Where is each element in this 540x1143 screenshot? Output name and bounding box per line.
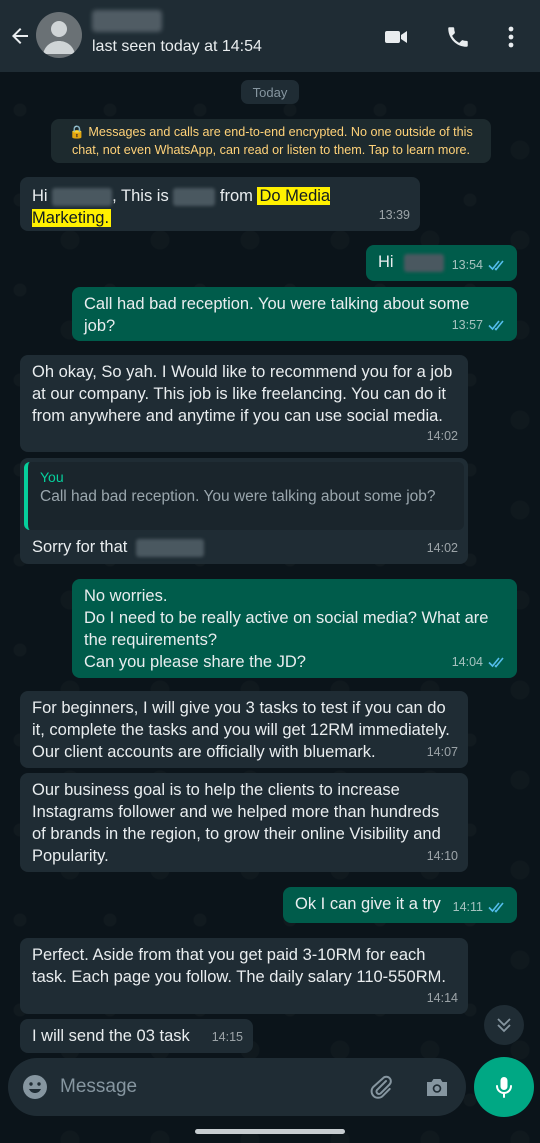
outgoing-message[interactable]: No worries. Do I need to be really activ… — [72, 579, 517, 678]
time-text: 13:57 — [451, 318, 483, 332]
message-text: Hi — [378, 253, 394, 271]
time-text: 14:07 — [426, 745, 458, 759]
message-composer — [8, 1058, 466, 1116]
message-line: Do I need to be really active on social … — [84, 609, 489, 649]
outgoing-message[interactable]: Call had bad reception. You were talking… — [72, 287, 517, 341]
quoted-message[interactable]: You Call had bad reception. You were tal… — [24, 462, 464, 530]
incoming-message[interactable]: Perfect. Aside from that you get paid 3-… — [20, 938, 468, 1014]
more-options-icon[interactable] — [500, 24, 522, 50]
message-input[interactable] — [60, 1072, 350, 1102]
message-text: Our business goal is to help the clients… — [32, 781, 441, 865]
message-line: No worries. — [84, 587, 168, 605]
date-chip: Today — [241, 80, 299, 104]
outgoing-message[interactable]: Ok I can give it a try 14:11 — [283, 887, 517, 923]
message-time: 13:54 — [452, 254, 507, 276]
message-text: Perfect. Aside from that you get paid 3-… — [32, 946, 446, 986]
encryption-notice-line2: chat, not even WhatsApp, can read or lis… — [71, 142, 471, 157]
incoming-message[interactable]: Oh okay, So yah. I Would like to recomme… — [20, 355, 468, 452]
avatar[interactable] — [36, 12, 82, 58]
message-time: 14:07 — [427, 741, 458, 763]
message-text: Ok I can give it a try — [295, 895, 441, 913]
read-ticks-icon — [488, 657, 504, 668]
message-text-part: , This is — [112, 187, 174, 205]
outgoing-message[interactable]: Hi 13:54 — [366, 245, 517, 281]
message-time: 14:02 — [427, 425, 458, 447]
redacted-name — [52, 187, 113, 206]
redacted-name — [404, 253, 445, 272]
quote-author: You — [40, 469, 64, 485]
message-time: 14:14 — [427, 987, 458, 1009]
message-text: I will send the 03 task — [32, 1027, 190, 1045]
time-text: 14:14 — [426, 991, 458, 1005]
double-chevron-down-icon — [497, 1018, 511, 1033]
incoming-message[interactable]: Hi , This is from Do Media Marketing. 13… — [20, 177, 420, 231]
time-text: 13:39 — [378, 208, 410, 222]
emoji-icon[interactable] — [22, 1074, 48, 1100]
message-text: Sorry for that — [32, 538, 128, 556]
quote-text: Call had bad reception. You were talking… — [40, 488, 436, 505]
last-seen-status: last seen today at 14:54 — [92, 38, 262, 55]
message-text-part: Hi — [32, 187, 53, 205]
time-text: 14:04 — [451, 655, 483, 669]
contact-name-redacted[interactable] — [92, 10, 162, 32]
time-text: 14:11 — [452, 900, 483, 914]
read-ticks-icon — [488, 902, 504, 913]
voice-call-icon[interactable] — [445, 24, 471, 50]
message-line: Can you please share the JD? — [84, 653, 306, 671]
mic-icon — [496, 1077, 512, 1098]
attach-icon[interactable] — [368, 1074, 394, 1100]
time-text: 14:15 — [211, 1030, 243, 1044]
encryption-notice[interactable]: 🔒 Messages and calls are end-to-end encr… — [51, 119, 491, 163]
home-indicator — [195, 1129, 345, 1134]
time-text: 14:10 — [426, 849, 458, 863]
incoming-message[interactable]: I will send the 03 task 14:15 — [20, 1019, 253, 1053]
encryption-notice-line1: 🔒 Messages and calls are end-to-end encr… — [69, 125, 473, 139]
message-time: 14:02 — [427, 537, 458, 559]
message-time: 14:11 — [453, 896, 507, 918]
camera-icon[interactable] — [424, 1074, 450, 1100]
read-ticks-icon — [488, 260, 504, 271]
incoming-reply-message[interactable]: You Call had bad reception. You were tal… — [20, 458, 468, 564]
chat-header: last seen today at 14:54 — [0, 0, 540, 72]
redacted-name — [173, 187, 216, 206]
time-text: 14:02 — [426, 429, 458, 443]
message-text-part: from — [215, 187, 258, 205]
incoming-message[interactable]: Our business goal is to help the clients… — [20, 773, 468, 872]
read-ticks-icon — [488, 320, 504, 331]
message-time: 14:15 — [212, 1026, 243, 1048]
voice-message-button[interactable] — [474, 1057, 534, 1117]
message-text: Oh okay, So yah. I Would like to recomme… — [32, 363, 453, 425]
video-call-icon[interactable] — [383, 24, 409, 50]
message-time: 13:39 — [379, 204, 410, 226]
message-time: 14:04 — [452, 651, 507, 673]
message-time: 14:10 — [427, 845, 458, 867]
time-text: 13:54 — [451, 258, 483, 272]
scroll-to-bottom-button[interactable] — [484, 1005, 524, 1045]
message-text: For beginners, I will give you 3 tasks t… — [32, 699, 450, 761]
message-time: 13:57 — [452, 314, 507, 336]
message-text: Call had bad reception. You were talking… — [84, 295, 470, 335]
back-arrow-icon[interactable] — [8, 24, 32, 48]
incoming-message[interactable]: For beginners, I will give you 3 tasks t… — [20, 691, 468, 768]
redacted-name — [135, 538, 204, 557]
time-text: 14:02 — [426, 541, 458, 555]
